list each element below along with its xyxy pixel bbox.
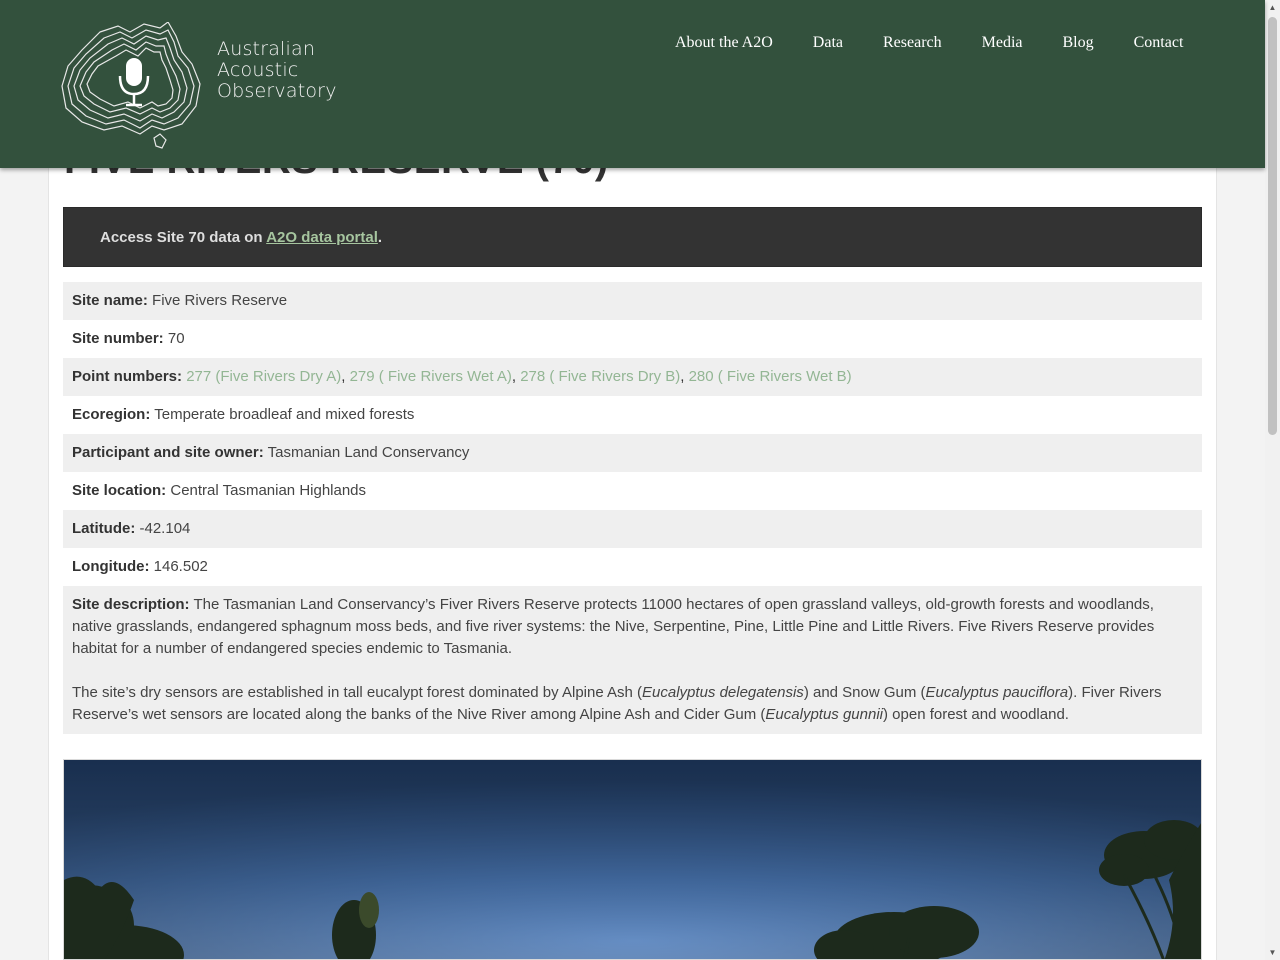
longitude-value: 146.502 xyxy=(153,558,208,575)
point-link-280[interactable]: 280 ( Five Rivers Wet B) xyxy=(689,368,852,385)
nav-blog[interactable]: Blog xyxy=(1063,34,1094,52)
point-link-278[interactable]: 278 ( Five Rivers Dry B) xyxy=(520,368,680,385)
description-paragraph-1: Site description: The Tasmanian Land Con… xyxy=(72,594,1193,660)
nav-media[interactable]: Media xyxy=(982,34,1023,52)
row-site-number: Site number: 70 xyxy=(63,320,1202,358)
row-site-location: Site location: Central Tasmanian Highlan… xyxy=(63,472,1202,510)
nav-contact[interactable]: Contact xyxy=(1134,34,1184,52)
site-owner-value: Tasmanian Land Conservancy xyxy=(267,444,470,461)
row-latitude: Latitude: -42.104 xyxy=(63,510,1202,548)
row-point-numbers: Point numbers: 277 (Five Rivers Dry A), … xyxy=(63,358,1202,396)
row-site-description: Site description: The Tasmanian Land Con… xyxy=(63,586,1202,734)
point-link-277[interactable]: 277 (Five Rivers Dry A) xyxy=(186,368,341,385)
scroll-up-arrow-icon[interactable]: ▲ xyxy=(1265,0,1280,15)
longitude-label: Longitude: xyxy=(72,558,150,575)
site-name-label: Site name: xyxy=(72,292,148,309)
portal-banner-text: Access Site 70 data on A2O data portal. xyxy=(100,229,382,246)
point-link-279[interactable]: 279 ( Five Rivers Wet A) xyxy=(350,368,512,385)
site-info-table: Site name: Five Rivers Reserve Site numb… xyxy=(63,282,1202,734)
data-portal-banner: Access Site 70 data on A2O data portal. xyxy=(63,207,1202,267)
latitude-value: -42.104 xyxy=(139,520,191,537)
species-cider-gum: Eucalyptus gunnii xyxy=(765,706,883,723)
description-paragraph-2: The site’s dry sensors are established i… xyxy=(72,682,1193,726)
logo-line-1: Australian xyxy=(217,38,316,60)
australia-microphone-logo-icon xyxy=(61,22,201,149)
row-ecoregion: Ecoregion: Temperate broadleaf and mixed… xyxy=(63,396,1202,434)
desc2-text-2: ) and Snow Gum ( xyxy=(803,684,926,701)
site-logo[interactable]: Australian Acoustic Observatory xyxy=(60,22,336,154)
vertical-scrollbar[interactable]: ▲ ▼ xyxy=(1265,0,1280,960)
site-location-value: Central Tasmanian Highlands xyxy=(170,482,367,499)
site-header: Australian Acoustic Observatory About th… xyxy=(0,0,1265,168)
row-site-name: Site name: Five Rivers Reserve xyxy=(63,282,1202,320)
site-location-label: Site location: xyxy=(72,482,167,499)
site-number-label: Site number: xyxy=(72,330,164,347)
nav-research[interactable]: Research xyxy=(883,34,942,52)
desc2-text-4: ) open forest and woodland. xyxy=(883,706,1069,723)
logo-wordmark: Australian Acoustic Observatory xyxy=(217,39,337,102)
species-alpine-ash: Eucalyptus delegatensis xyxy=(642,684,804,701)
site-number-value: 70 xyxy=(167,330,185,347)
site-photo xyxy=(63,759,1202,960)
nav-data[interactable]: Data xyxy=(813,34,843,52)
site-description-label: Site description: xyxy=(72,596,190,613)
scrollbar-thumb[interactable] xyxy=(1268,17,1277,435)
row-longitude: Longitude: 146.502 xyxy=(63,548,1202,586)
desc2-text-1: The site’s dry sensors are established i… xyxy=(72,684,643,701)
species-snow-gum: Eucalyptus pauciflora xyxy=(925,684,1069,701)
site-name-value: Five Rivers Reserve xyxy=(152,292,288,309)
nav-about[interactable]: About the A2O xyxy=(675,34,773,52)
ecoregion-label: Ecoregion: xyxy=(72,406,151,423)
portal-text-after: . xyxy=(377,229,383,246)
site-owner-label: Participant and site owner: xyxy=(72,444,264,461)
data-portal-link[interactable]: A2O data portal xyxy=(266,229,378,246)
logo-line-2: Acoustic xyxy=(217,59,299,81)
logo-line-3: Observatory xyxy=(217,80,337,102)
row-site-owner: Participant and site owner: Tasmanian La… xyxy=(63,434,1202,472)
ecoregion-value: Temperate broadleaf and mixed forests xyxy=(154,406,415,423)
portal-text-before: Access Site 70 data on xyxy=(100,229,267,246)
main-nav: About the A2O Data Research Media Blog C… xyxy=(675,34,1183,52)
description-text-1: The Tasmanian Land Conservancy’s Fiver R… xyxy=(72,596,1155,657)
point-numbers-label: Point numbers: xyxy=(72,368,183,385)
forest-sky-photo-icon xyxy=(64,760,1201,959)
scroll-down-arrow-icon[interactable]: ▼ xyxy=(1265,945,1280,960)
latitude-label: Latitude: xyxy=(72,520,136,537)
